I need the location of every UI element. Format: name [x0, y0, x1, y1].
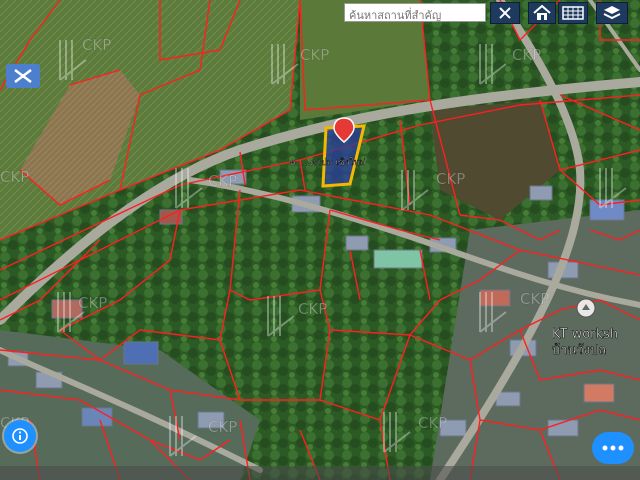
watermark-text: CKP — [512, 46, 541, 64]
grid-button[interactable] — [558, 2, 588, 24]
watermark-text: CKP — [418, 414, 447, 432]
home-icon — [533, 5, 551, 20]
place-marker-icon[interactable] — [576, 298, 596, 318]
close-icon — [499, 7, 511, 19]
watermark-text: CKP — [520, 290, 549, 308]
more-icon — [602, 445, 624, 451]
watermark-text: CKP — [208, 172, 237, 190]
watermark-text: CKP — [436, 170, 465, 188]
search-box[interactable] — [344, 3, 486, 24]
watermark-text: CKP — [300, 46, 329, 64]
clear-search-button[interactable] — [490, 2, 520, 24]
watermark-text: CKP — [298, 300, 327, 318]
watermark-text: CKP — [78, 294, 107, 312]
layers-icon — [603, 6, 621, 20]
bottom-bar — [0, 466, 640, 480]
place-label: KT worksh — [552, 327, 618, 342]
measure-icon — [14, 69, 32, 83]
watermark-text: CKP — [0, 168, 29, 186]
info-icon — [12, 428, 28, 444]
watermark-text: CKP — [208, 418, 237, 436]
grid-icon — [562, 6, 584, 20]
layers-button[interactable] — [596, 2, 628, 24]
map-canvas[interactable]: ต. ...คาบ่ม เชิงใหม่ CKP CKP CKP CKP CKP… — [0, 0, 640, 480]
search-input[interactable] — [345, 7, 485, 24]
measure-button[interactable] — [6, 64, 40, 88]
home-button[interactable] — [528, 2, 556, 24]
more-button[interactable] — [592, 432, 634, 464]
watermark-text: CKP — [82, 36, 111, 54]
parcel-label: ต. ...คาบ่ม เชิงใหม่ — [290, 157, 366, 168]
place-label-thai: บ้านวังปล — [552, 343, 606, 358]
info-button[interactable] — [4, 420, 36, 452]
